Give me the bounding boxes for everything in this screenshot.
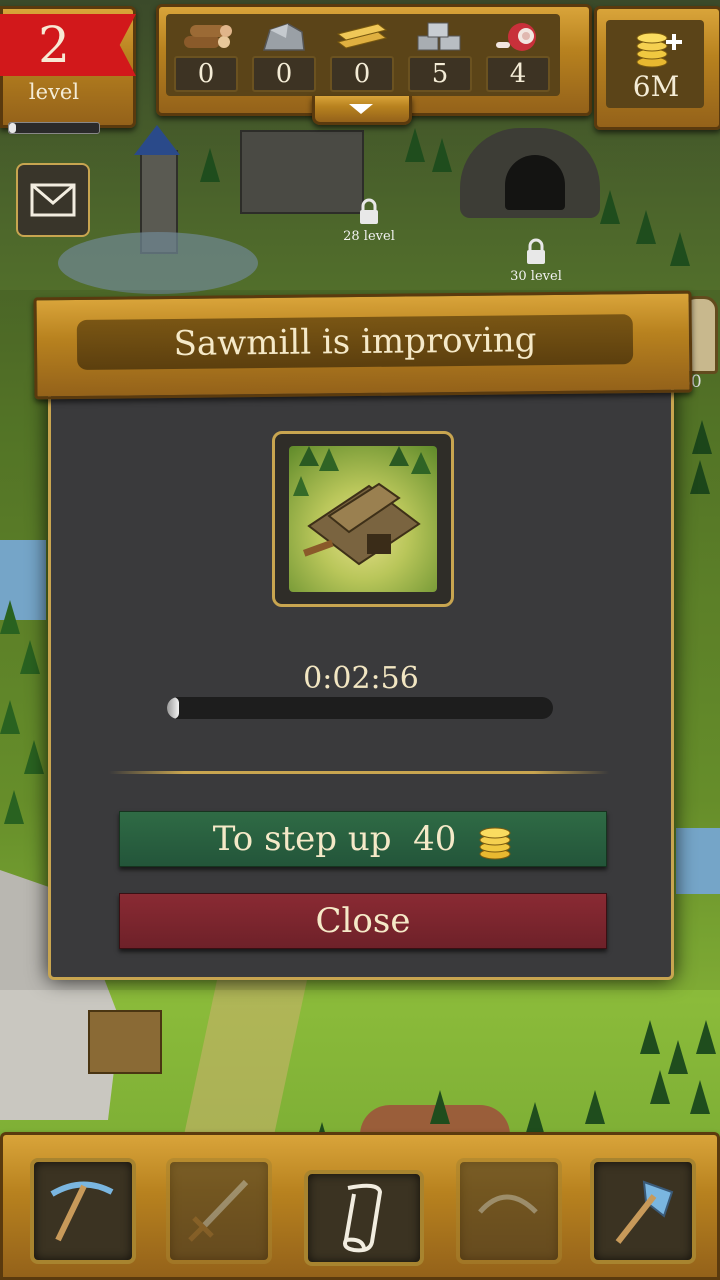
meat-icon	[492, 20, 544, 54]
scroll-icon	[334, 1180, 394, 1260]
resource-wood[interactable]: 0	[172, 18, 238, 92]
upgrade-progress-bar	[167, 697, 553, 719]
locked-area-30[interactable]: 30 level	[499, 236, 573, 290]
resource-planks[interactable]: 0	[328, 18, 394, 92]
mail-button[interactable]	[16, 163, 90, 237]
tool-pickaxe[interactable]	[30, 1158, 136, 1264]
lock-label: 30 level	[510, 269, 562, 284]
locked-area-28[interactable]: 28 level	[332, 196, 406, 250]
tool-scythe[interactable]	[456, 1158, 562, 1264]
lock-label: 28 level	[343, 229, 395, 244]
dialog-title-banner: Sawmill is improving	[33, 290, 693, 400]
xp-bar	[8, 122, 100, 134]
pond	[58, 232, 258, 294]
resource-value: 4	[486, 56, 550, 92]
tool-scroll[interactable]	[304, 1170, 424, 1266]
tool-sword[interactable]	[166, 1158, 272, 1264]
envelope-icon	[30, 183, 76, 221]
gold-coins-plus-icon[interactable]	[634, 28, 686, 70]
gold-coins-icon	[477, 822, 513, 860]
resources-expand-button[interactable]	[312, 96, 412, 125]
resource-value: 0	[174, 56, 238, 92]
lock-icon	[358, 198, 380, 230]
cave-entrance	[505, 155, 565, 210]
dirt-path	[182, 980, 308, 1140]
sword-icon	[180, 1172, 258, 1254]
resource-value: 0	[330, 56, 394, 92]
sawmill-building-icon	[289, 446, 437, 592]
chevron-down-icon	[349, 104, 373, 114]
resource-value: 0	[252, 56, 316, 92]
level-label: level	[28, 80, 80, 104]
close-button[interactable]: Close	[119, 893, 607, 949]
resource-stone[interactable]: 0	[250, 18, 316, 92]
dialog-title: Sawmill is improving	[173, 320, 537, 364]
timer-text: 0:02:56	[303, 661, 419, 696]
resource-value: 5	[408, 56, 472, 92]
planks-icon	[334, 20, 390, 54]
stone-icon	[258, 20, 310, 54]
tower-roof	[134, 125, 180, 155]
divider	[109, 771, 609, 774]
resource-stone-blocks[interactable]: 5	[406, 18, 472, 92]
wood-logs-icon	[180, 20, 232, 54]
upgrade-dialog: 0:02:56 To step up 40 Close	[48, 378, 674, 980]
xp-bar-fill	[9, 123, 17, 133]
gold-value: 6M	[632, 70, 680, 103]
tool-axe[interactable]	[590, 1158, 696, 1264]
step-up-button[interactable]: To step up 40	[119, 811, 607, 867]
upgrade-progress-fill	[167, 697, 179, 719]
level-number: 2	[38, 16, 70, 74]
step-up-cost: 40	[413, 819, 457, 859]
lock-icon	[525, 238, 547, 270]
building-thumbnail-frame	[272, 431, 454, 607]
resource-meat[interactable]: 4	[484, 18, 550, 92]
step-up-label: To step up	[212, 819, 392, 859]
axe-icon	[604, 1172, 682, 1254]
scythe-icon	[470, 1172, 548, 1254]
stone-blocks-icon	[414, 20, 466, 54]
pickaxe-icon	[44, 1172, 122, 1254]
mine-building[interactable]	[88, 1010, 162, 1074]
